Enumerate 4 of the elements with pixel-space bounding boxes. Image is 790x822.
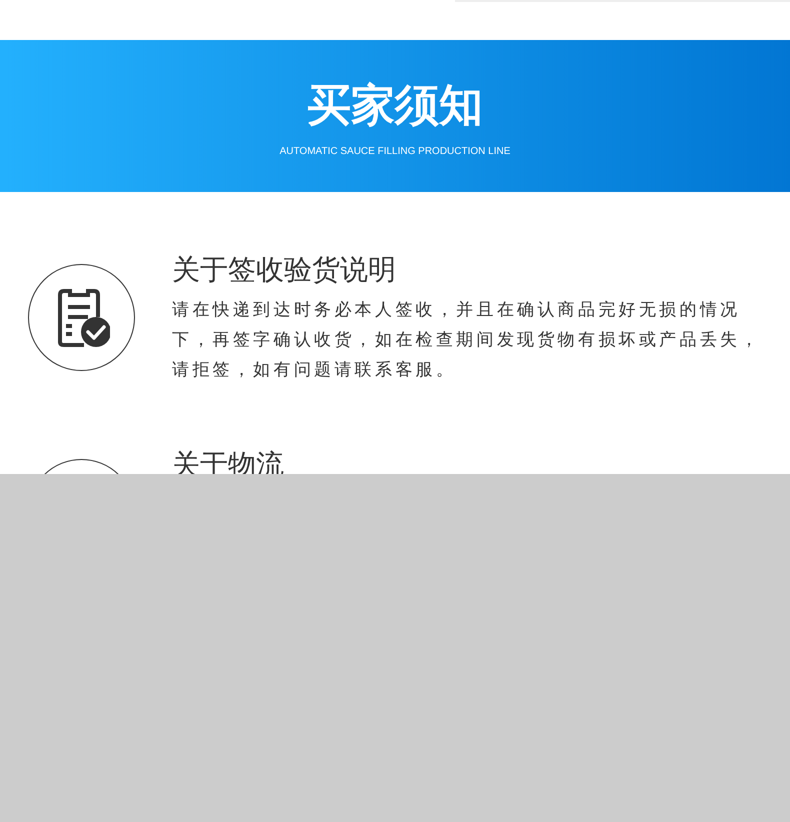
section-text: 请在快递到达时务必本人签收，并且在确认商品完好无损的情况下，再签字确认收货，如在检查期间发现货物有损坏或产品丢失，请拒签，如有问题请联系客服。 <box>172 299 762 382</box>
banner-title: 买家须知 <box>307 79 483 133</box>
section-heading: 关于签收验货说明 <box>172 252 397 288</box>
banner-subtitle: AUTOMATIC SAUCE FILLING PRODUCTION LINE <box>280 145 510 159</box>
